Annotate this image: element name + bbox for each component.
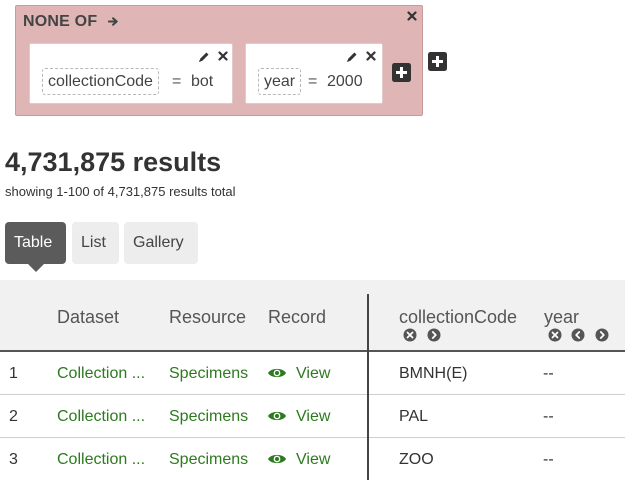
view-record-link[interactable]: View xyxy=(296,408,330,426)
eye-icon[interactable] xyxy=(267,366,287,380)
column-divider xyxy=(367,294,369,480)
cell-collectioncode: PAL xyxy=(399,408,429,425)
filter-group: NONE OF collectionCode = bot year = 2000 xyxy=(15,5,423,116)
column-header-resource[interactable]: Resource xyxy=(169,307,246,328)
move-column-right-icon[interactable] xyxy=(595,328,609,342)
cell-year: -- xyxy=(543,365,554,382)
term-value[interactable]: bot xyxy=(191,68,213,95)
eye-icon[interactable] xyxy=(267,452,287,466)
column-header-year[interactable]: year xyxy=(544,307,579,328)
filter-term-year: year = 2000 xyxy=(245,43,383,104)
cell-year: -- xyxy=(543,451,554,468)
cell-collectioncode: BMNH(E) xyxy=(399,365,468,382)
row-index: 3 xyxy=(9,451,18,468)
tab-list[interactable]: List xyxy=(72,222,119,264)
dataset-link[interactable]: Collection ... xyxy=(57,408,145,426)
table-row: 3 Collection ... Specimens View ZOO -- xyxy=(0,438,625,480)
remove-column-icon[interactable] xyxy=(403,328,417,342)
row-index: 1 xyxy=(9,365,18,382)
remove-column-icon[interactable] xyxy=(548,328,562,342)
move-column-right-icon[interactable] xyxy=(427,328,441,342)
row-index: 2 xyxy=(9,408,18,425)
active-tab-pointer xyxy=(28,264,44,272)
term-operator: = xyxy=(308,73,318,90)
table-row: 2 Collection ... Specimens View PAL -- xyxy=(0,395,625,438)
column-header-record[interactable]: Record xyxy=(268,307,326,328)
close-icon[interactable] xyxy=(407,11,417,21)
resource-link[interactable]: Specimens xyxy=(169,408,248,426)
column-header-dataset[interactable]: Dataset xyxy=(57,307,119,328)
filter-group-header[interactable]: NONE OF xyxy=(23,13,119,31)
column-header-collectioncode[interactable]: collectionCode xyxy=(399,307,517,328)
term-field-name[interactable]: collectionCode xyxy=(42,68,159,95)
term-operator: = xyxy=(172,73,182,90)
arrow-right-icon[interactable] xyxy=(107,16,119,27)
close-icon[interactable] xyxy=(218,51,228,61)
term-field-name[interactable]: year xyxy=(258,68,302,95)
pencil-icon[interactable] xyxy=(346,51,358,63)
resource-link[interactable]: Specimens xyxy=(169,451,248,469)
pencil-icon[interactable] xyxy=(198,51,210,63)
filter-group-title: NONE OF xyxy=(23,13,98,30)
cell-collectioncode: ZOO xyxy=(399,451,434,468)
move-column-left-icon[interactable] xyxy=(571,328,585,342)
dataset-link[interactable]: Collection ... xyxy=(57,451,145,469)
cell-year: -- xyxy=(543,408,554,425)
close-icon[interactable] xyxy=(366,51,376,61)
add-term-button[interactable] xyxy=(392,63,411,82)
tab-table[interactable]: Table xyxy=(5,222,66,264)
filter-term-collectioncode: collectionCode = bot xyxy=(29,43,233,104)
results-summary: showing 1-100 of 4,731,875 results total xyxy=(5,184,236,199)
table-header: Dataset Resource Record collectionCode y… xyxy=(0,280,625,351)
tab-gallery[interactable]: Gallery xyxy=(124,222,198,264)
eye-icon[interactable] xyxy=(267,409,287,423)
add-group-button[interactable] xyxy=(428,52,447,71)
resource-link[interactable]: Specimens xyxy=(169,365,248,383)
table-row: 1 Collection ... Specimens View BMNH(E) … xyxy=(0,352,625,395)
results-count: 4,731,875 results xyxy=(5,147,222,177)
view-record-link[interactable]: View xyxy=(296,365,330,383)
term-value[interactable]: 2000 xyxy=(327,68,363,95)
view-record-link[interactable]: View xyxy=(296,451,330,469)
dataset-link[interactable]: Collection ... xyxy=(57,365,145,383)
